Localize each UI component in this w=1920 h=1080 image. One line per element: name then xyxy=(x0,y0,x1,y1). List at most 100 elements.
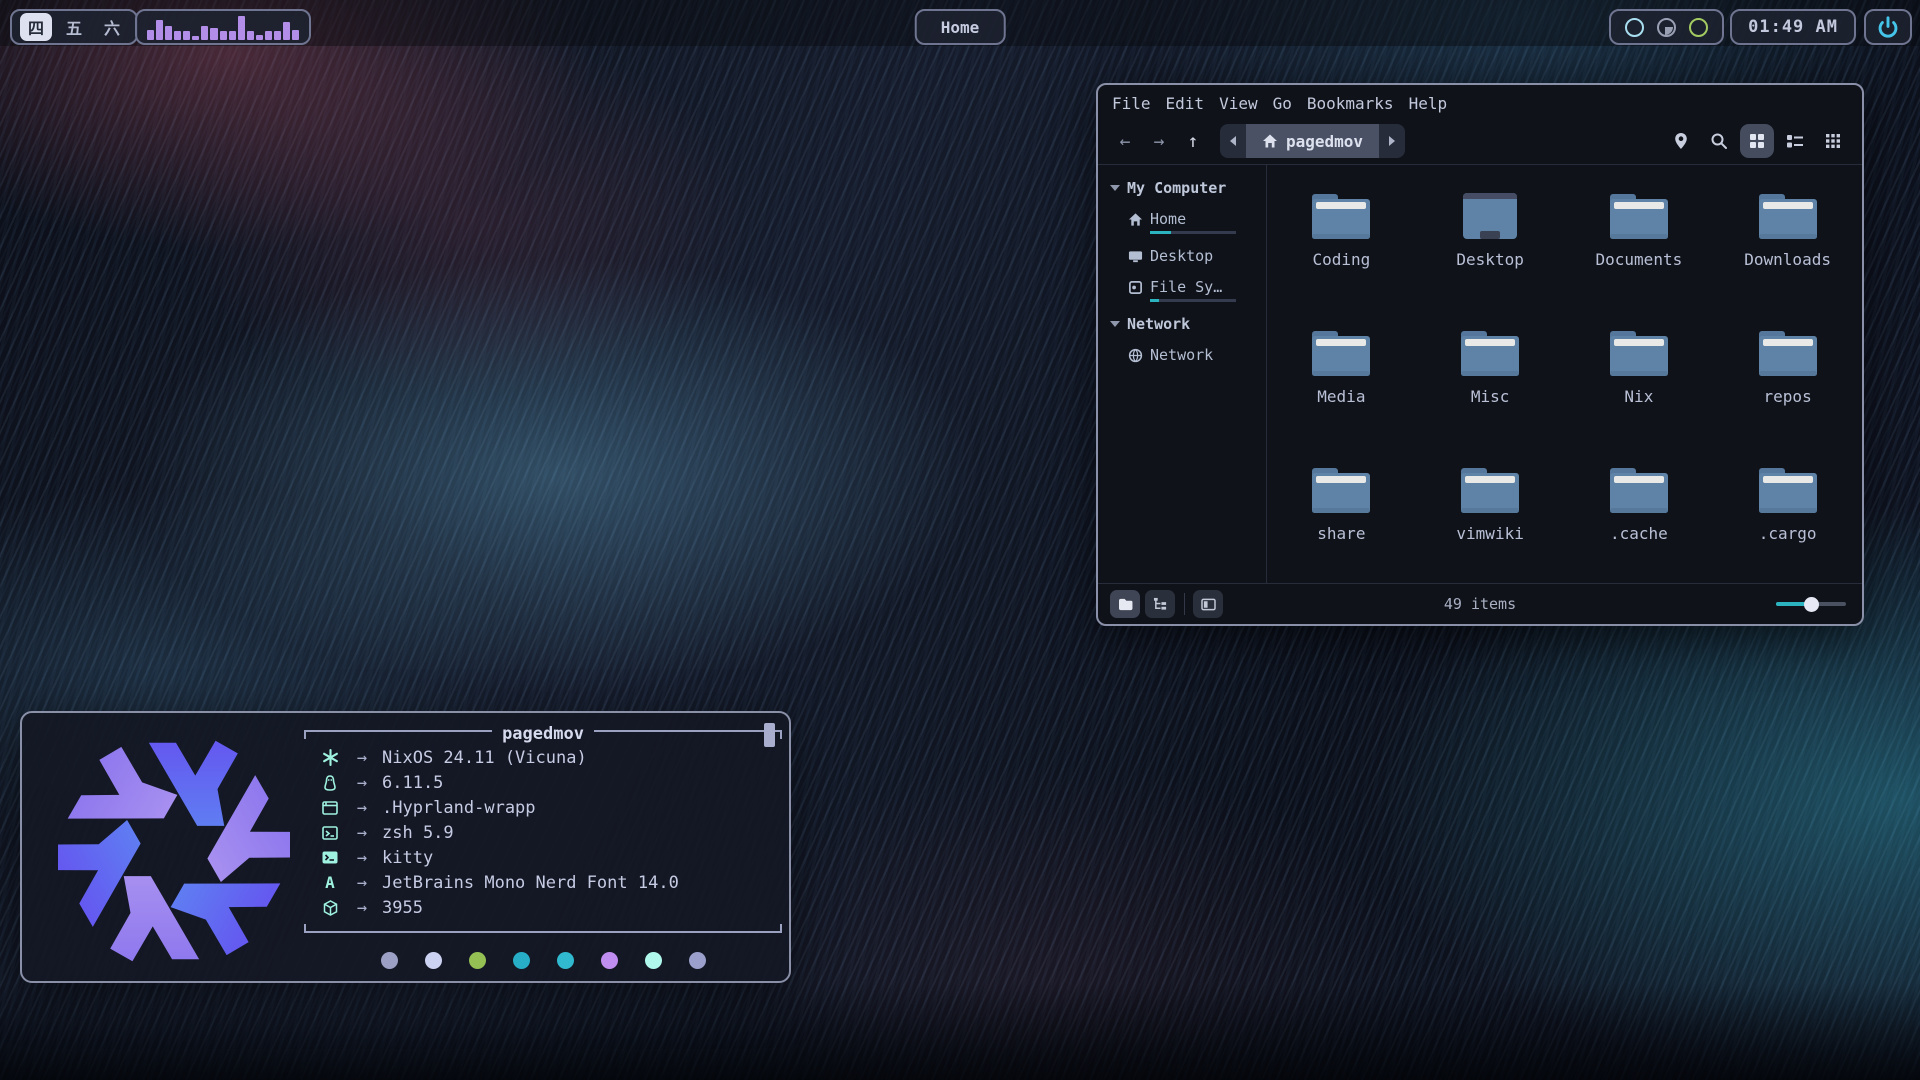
filesystem-icon xyxy=(1128,280,1143,295)
workspace-6[interactable]: 六 xyxy=(96,13,128,41)
workspace-4[interactable]: 四 xyxy=(20,13,52,41)
menu-file[interactable]: File xyxy=(1112,94,1151,113)
path-scroll-right-button[interactable] xyxy=(1379,124,1405,158)
palette-dot xyxy=(513,952,530,969)
audio-visualizer-bars xyxy=(147,14,299,40)
arrow-glyph: → xyxy=(342,773,382,793)
visualizer-bar xyxy=(292,30,299,40)
menu-edit[interactable]: Edit xyxy=(1166,94,1205,113)
slider-thumb[interactable] xyxy=(1804,597,1819,612)
tray-circle-cyan[interactable] xyxy=(1625,18,1644,37)
palette-dot xyxy=(601,952,618,969)
nixos-logo xyxy=(58,735,290,967)
back-button[interactable]: ← xyxy=(1110,131,1140,152)
search-icon xyxy=(1710,132,1728,150)
wm-value: .Hyprland-wrapp xyxy=(382,798,536,818)
menu-go[interactable]: Go xyxy=(1273,94,1292,113)
collapse-arrow-icon xyxy=(1110,321,1120,327)
folder-nix[interactable]: Nix xyxy=(1565,312,1714,449)
grid-view-icon xyxy=(1749,133,1765,149)
clock[interactable]: 01:49 AM xyxy=(1730,9,1856,45)
up-button[interactable]: ↑ xyxy=(1178,131,1208,152)
chevron-right-icon xyxy=(1389,136,1395,146)
sidebar-section-network[interactable]: Network xyxy=(1110,315,1266,333)
tray-circle-gray[interactable] xyxy=(1657,18,1676,37)
sidebar-item-filesystem[interactable]: File Sy… xyxy=(1128,278,1266,302)
sidebar-item-label: Network xyxy=(1150,346,1213,364)
palette-dot xyxy=(425,952,442,969)
disk-usage-bar xyxy=(1150,299,1236,302)
hostname-label: pagedmov xyxy=(492,724,594,744)
folder-repos[interactable]: repos xyxy=(1713,312,1862,449)
palette-dot xyxy=(645,952,662,969)
folder-misc[interactable]: Misc xyxy=(1416,312,1565,449)
folder-label: .cache xyxy=(1610,524,1668,543)
path-scroll-left-button[interactable] xyxy=(1220,124,1246,158)
desktop-folder-icon xyxy=(1458,189,1522,243)
packages-icon xyxy=(323,900,338,916)
active-window-title[interactable]: Home xyxy=(915,9,1006,45)
palette-dot xyxy=(381,952,398,969)
location-pin-icon xyxy=(1673,132,1689,150)
visualizer-bar xyxy=(274,31,281,40)
sidebar-item-label: Home xyxy=(1150,210,1236,228)
folder-documents[interactable]: Documents xyxy=(1565,175,1714,312)
toolbar: ← → ↑ pagedmov xyxy=(1098,118,1862,164)
file-manager-window: File Edit View Go Bookmarks Help ← → ↑ p… xyxy=(1096,83,1864,626)
slider-fill xyxy=(1776,602,1808,606)
visualizer-bar xyxy=(174,31,181,40)
list-view-button[interactable] xyxy=(1778,124,1812,158)
visualizer-bar xyxy=(247,31,254,40)
terminal-window: pagedmov → NixOS 24.11 (Vicuna) → 6.11.5… xyxy=(20,711,791,983)
power-button[interactable] xyxy=(1864,9,1912,45)
icon-view-button[interactable] xyxy=(1740,124,1774,158)
folder-label: Coding xyxy=(1312,250,1370,269)
power-icon xyxy=(1877,16,1899,38)
fastfetch-output: pagedmov → NixOS 24.11 (Vicuna) → 6.11.5… xyxy=(304,725,782,969)
sidebar: My Computer Home Desktop xyxy=(1098,165,1266,583)
menu-bookmarks[interactable]: Bookmarks xyxy=(1307,94,1394,113)
folder-desktop[interactable]: Desktop xyxy=(1416,175,1565,312)
clock-label: 01:49 AM xyxy=(1748,17,1838,37)
visualizer-bar xyxy=(165,26,172,40)
workspace-5[interactable]: 五 xyxy=(58,13,90,41)
arrow-glyph: → xyxy=(342,898,382,918)
forward-button[interactable]: → xyxy=(1144,131,1174,152)
desktop-icon xyxy=(1128,249,1143,264)
folder-share[interactable]: share xyxy=(1267,449,1416,586)
folder-icon xyxy=(1607,189,1671,243)
fetch-row-shell: → zsh 5.9 xyxy=(318,820,782,845)
palette-dot xyxy=(469,952,486,969)
menu-help[interactable]: Help xyxy=(1409,94,1448,113)
sidebar-item-network[interactable]: Network xyxy=(1128,346,1266,364)
sidebar-item-desktop[interactable]: Desktop xyxy=(1128,247,1266,265)
folder-downloads[interactable]: Downloads xyxy=(1713,175,1862,312)
folder-vimwiki[interactable]: vimwiki xyxy=(1416,449,1565,586)
compact-view-button[interactable] xyxy=(1816,124,1850,158)
font-value: JetBrains Mono Nerd Font 14.0 xyxy=(382,873,679,893)
folder-label: Downloads xyxy=(1744,250,1831,269)
sidebar-section-label: My Computer xyxy=(1127,179,1226,197)
search-button[interactable] xyxy=(1702,124,1736,158)
path-segment-home[interactable]: pagedmov xyxy=(1246,124,1379,158)
location-button[interactable] xyxy=(1664,124,1698,158)
path-bar: pagedmov xyxy=(1220,124,1405,158)
palette-dot xyxy=(689,952,706,969)
folder-dot-cargo[interactable]: .cargo xyxy=(1713,449,1862,586)
tray-circle-green[interactable] xyxy=(1689,18,1708,37)
visualizer-bar xyxy=(201,26,208,40)
home-icon xyxy=(1262,133,1278,149)
packages-value: 3955 xyxy=(382,898,423,918)
sidebar-item-home[interactable]: Home xyxy=(1128,210,1266,234)
nixos-icon xyxy=(322,749,339,766)
menu-view[interactable]: View xyxy=(1219,94,1258,113)
folder-icon xyxy=(1458,326,1522,380)
folder-media[interactable]: Media xyxy=(1267,312,1416,449)
folder-coding[interactable]: Coding xyxy=(1267,175,1416,312)
sidebar-section-my-computer[interactable]: My Computer xyxy=(1110,179,1266,197)
visualizer-bar xyxy=(192,36,199,40)
folder-icon xyxy=(1458,463,1522,517)
folder-icon xyxy=(1756,463,1820,517)
zoom-slider[interactable] xyxy=(1776,596,1846,612)
folder-dot-cache[interactable]: .cache xyxy=(1565,449,1714,586)
